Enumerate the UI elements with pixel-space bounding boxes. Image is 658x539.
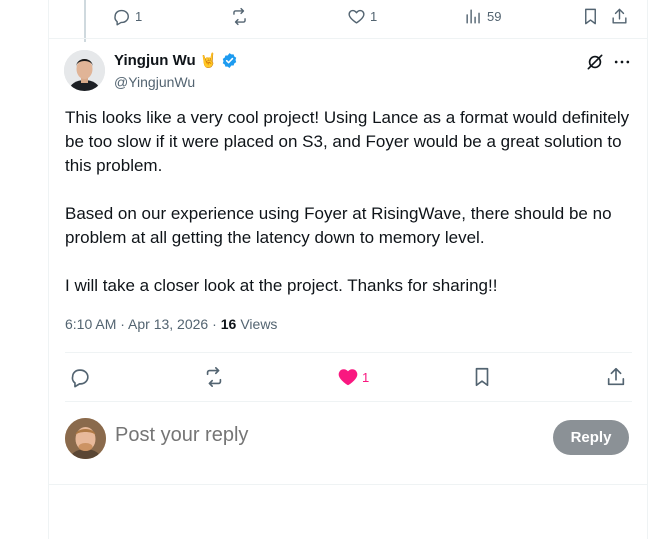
bookmark-button[interactable] [471, 366, 493, 388]
prev-views-button[interactable]: 59 [464, 7, 501, 26]
previous-tweet-actions: 1 1 59 [48, 0, 648, 38]
prev-reply-count: 1 [135, 9, 143, 24]
reply-icon [114, 9, 129, 26]
reply-submit-button[interactable]: Reply [553, 420, 629, 455]
repost-icon [206, 367, 222, 387]
grok-button[interactable] [585, 52, 605, 72]
tweet-paragraph: This looks like a very cool project! Usi… [65, 108, 630, 175]
tweet-text: This looks like a very cool project! Usi… [65, 106, 640, 322]
current-user-avatar[interactable] [65, 418, 106, 459]
share-icon [607, 367, 625, 386]
author-emoji: 🤘 [199, 52, 218, 68]
tweet-paragraph: Based on our experience using Foyer at R… [65, 204, 612, 247]
reply-icon [71, 369, 89, 388]
reply-input[interactable] [115, 424, 515, 447]
prev-like-button[interactable]: 1 [347, 7, 377, 26]
share-icon [612, 8, 627, 24]
heart-icon [348, 9, 365, 24]
author-name[interactable]: Yingjun Wu [114, 52, 196, 69]
analytics-icon [466, 9, 480, 24]
author-avatar-image [64, 50, 105, 91]
more-icon [614, 60, 630, 64]
divider [65, 401, 632, 402]
tweet-meta: 6:10 AM · Apr 13, 2026 · 16 Views [65, 316, 277, 332]
repost-icon [233, 7, 246, 26]
bookmark-icon [585, 8, 596, 25]
reply-button[interactable] [69, 366, 91, 388]
author-name-row: Yingjun Wu 🤘 [114, 52, 238, 69]
prev-views-count: 59 [487, 9, 502, 24]
tweet-timestamp[interactable]: 6:10 AM · Apr 13, 2026 · [65, 316, 217, 332]
author-avatar[interactable] [64, 50, 105, 91]
current-user-avatar-image [65, 418, 106, 459]
verified-badge-icon[interactable] [221, 52, 238, 69]
prev-reply-button[interactable]: 1 [112, 7, 142, 26]
like-count: 1 [362, 369, 370, 385]
divider [65, 352, 632, 353]
prev-share-button[interactable] [610, 7, 629, 26]
share-button[interactable] [605, 366, 627, 388]
bookmark-icon [475, 367, 489, 387]
like-button[interactable]: 1 [337, 366, 369, 388]
divider [48, 484, 648, 485]
tweet-paragraph: I will take a closer look at the project… [65, 276, 498, 295]
divider [48, 38, 648, 39]
heart-filled-icon [338, 369, 358, 386]
grok-icon [587, 54, 603, 70]
repost-button[interactable] [203, 366, 225, 388]
more-options-button[interactable] [612, 52, 632, 72]
prev-repost-button[interactable] [230, 7, 253, 26]
prev-like-count: 1 [370, 9, 378, 24]
views-label: Views [240, 316, 278, 332]
views-count: 16 [220, 316, 237, 332]
author-handle[interactable]: @YingjunWu [114, 74, 195, 90]
prev-bookmark-button[interactable] [581, 7, 600, 26]
